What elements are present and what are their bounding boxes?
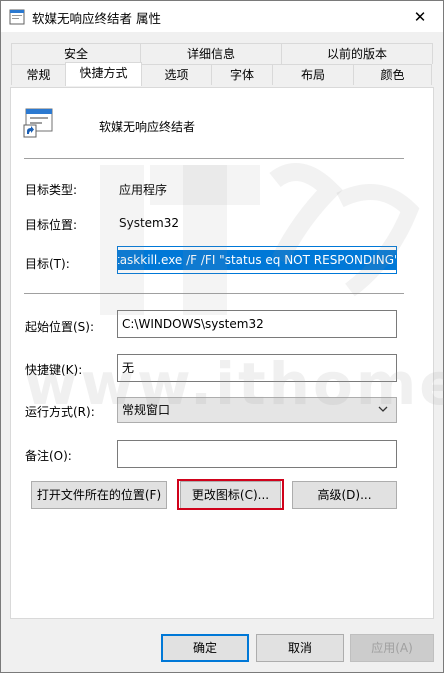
tab-shortcut[interactable]: 快捷方式	[65, 62, 142, 86]
hotkey-label: 快捷键(K):	[25, 363, 83, 377]
tab-font[interactable]: 字体	[211, 64, 273, 85]
target-type-value: 应用程序	[119, 183, 168, 197]
divider-middle	[24, 293, 404, 294]
tab-row-bottom: 常规 快捷方式 选项 字体 布局 颜色	[11, 62, 432, 86]
shortcut-tab-panel	[10, 87, 434, 619]
shortcut-program-icon	[23, 108, 53, 138]
ok-button[interactable]: 确定	[161, 634, 249, 662]
run-label: 运行方式(R):	[25, 405, 95, 419]
apply-button[interactable]: 应用(A)	[350, 634, 434, 662]
open-file-location-button[interactable]: 打开文件所在的位置(F)	[31, 481, 167, 509]
hotkey-input-value: 无	[122, 361, 135, 375]
target-input[interactable]: taskkill.exe /F /FI "status eq NOT RESPO…	[117, 246, 397, 274]
tab-layout[interactable]: 布局	[272, 64, 354, 85]
hotkey-input[interactable]: 无	[117, 354, 397, 382]
tab-general[interactable]: 常规	[11, 64, 66, 85]
properties-dialog: 软媒无响应终结者 属性 ✕ 安全 详细信息 以前的版本 常规 快捷方式 选项 字…	[0, 0, 444, 673]
tab-row-top: 安全 详细信息 以前的版本	[11, 43, 433, 64]
tab-security[interactable]: 安全	[11, 43, 141, 64]
run-select[interactable]: 常规窗口	[117, 397, 397, 423]
start-in-label: 起始位置(S):	[25, 320, 95, 334]
program-icon	[9, 9, 25, 25]
divider-top	[24, 158, 404, 159]
window-title: 软媒无响应终结者 属性	[32, 11, 161, 26]
target-input-value: taskkill.exe /F /FI "status eq NOT RESPO…	[118, 250, 396, 270]
comment-label: 备注(O):	[25, 449, 72, 463]
target-location-label: 目标位置:	[25, 218, 78, 232]
close-button[interactable]: ✕	[397, 1, 443, 32]
tab-previous-versions[interactable]: 以前的版本	[281, 43, 433, 64]
tab-colors[interactable]: 颜色	[353, 64, 432, 85]
start-in-input[interactable]: C:\WINDOWS\system32	[117, 310, 397, 338]
advanced-button[interactable]: 高级(D)...	[292, 481, 397, 509]
target-location-value: System32	[119, 216, 180, 230]
comment-input[interactable]	[117, 440, 397, 468]
target-type-label: 目标类型:	[25, 183, 78, 197]
target-label: 目标(T):	[25, 257, 70, 271]
start-in-input-value: C:\WINDOWS\system32	[122, 317, 264, 331]
change-icon-button[interactable]: 更改图标(C)...	[180, 481, 281, 509]
title-bar: 软媒无响应终结者 属性 ✕	[1, 1, 443, 32]
run-select-value: 常规窗口	[122, 403, 171, 417]
chevron-down-icon	[378, 406, 388, 412]
close-icon: ✕	[413, 7, 427, 26]
tab-details[interactable]: 详细信息	[140, 43, 282, 64]
shortcut-name: 软媒无响应终结者	[99, 120, 196, 134]
tab-options[interactable]: 选项	[141, 64, 212, 85]
cancel-button[interactable]: 取消	[256, 634, 344, 662]
